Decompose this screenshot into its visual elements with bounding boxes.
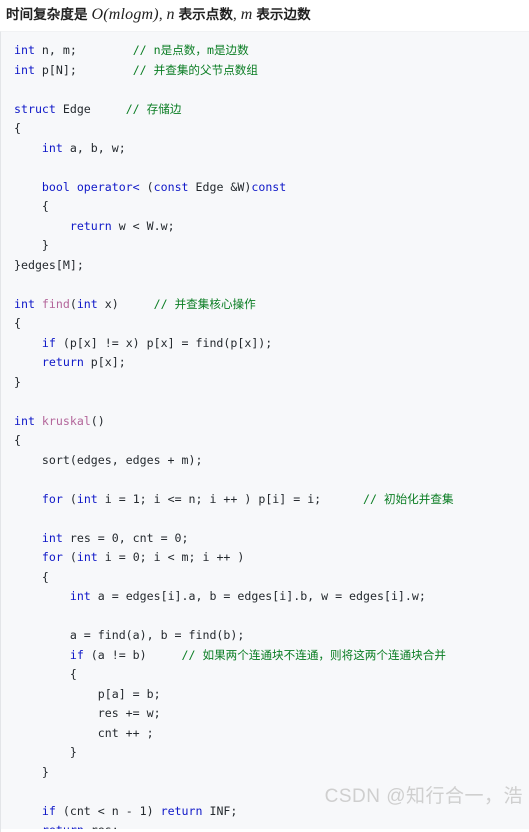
code-token: // 并查集核心操作 <box>153 296 256 311</box>
code-token: const <box>153 179 189 194</box>
code-token: return <box>160 803 203 818</box>
code-token: INF; <box>202 803 238 818</box>
code-token: } <box>14 374 21 389</box>
code-token: i = 0; i < m; i ++ ) <box>97 550 245 564</box>
code-token: return <box>69 218 112 233</box>
code-token: a = find(a), b = find(b); <box>14 628 245 642</box>
code-token: ( <box>62 550 77 564</box>
code-token: ( <box>69 296 77 311</box>
code-token: if <box>69 647 84 662</box>
code-token: a, b, w; <box>62 140 126 155</box>
code-token: (p[x] != x) p[x] = find(p[x]); <box>55 335 273 350</box>
title-text-n: 表示点数 <box>174 7 233 22</box>
code-token: { <box>14 199 49 213</box>
code-token: int <box>14 62 35 77</box>
code-token: // 存储边 <box>125 101 182 116</box>
code-token: struct <box>14 101 56 116</box>
code-token: p[x]; <box>83 355 126 369</box>
code-token: int <box>76 550 98 564</box>
code-token: } <box>14 745 77 759</box>
code-token: sort(edges, edges + m); <box>14 452 203 467</box>
code-token: int <box>76 296 98 311</box>
code-token: if <box>41 803 56 818</box>
code-token: cnt ++ ; <box>14 725 154 740</box>
code-token: // 初始化并查集 <box>363 491 454 506</box>
code-token: { <box>14 121 21 135</box>
code-token: p[a] = b; <box>14 686 161 701</box>
code-token: { <box>14 667 77 681</box>
code-token: { <box>14 433 21 447</box>
title-comma-1: , <box>158 7 167 23</box>
code-token: (cnt < n - 1) <box>55 803 161 818</box>
code-token: bool operator< <box>41 179 140 194</box>
code-token: { <box>14 569 49 584</box>
code-token: () <box>90 413 105 428</box>
title-prefix: 时间复杂度是 <box>6 7 92 22</box>
code-token: { <box>14 316 21 330</box>
code-token: kruskal <box>41 413 91 428</box>
code-token: // 如果两个连通块不连通，则将这两个连通块合并 <box>181 647 446 662</box>
code-token: res = 0, cnt = 0; <box>62 530 189 545</box>
code-token: }edges[M]; <box>14 257 84 272</box>
code-token: i = 1; i <= n; i ++ ) p[i] = i; <box>97 491 364 506</box>
code-token: w < W.w; <box>111 218 175 233</box>
code-token: int <box>41 530 63 545</box>
code-token: res += w; <box>14 706 161 720</box>
code-token: for <box>41 491 63 506</box>
variable-m: m <box>240 6 253 23</box>
code-token: int <box>14 413 42 428</box>
code-content[interactable]: int n, m; // n是点数，m是边数 int p[N]; // 并查集的… <box>1 32 529 832</box>
code-token: int <box>14 43 35 57</box>
title-comma-2: , <box>233 7 241 23</box>
code-token: int <box>14 296 42 311</box>
title-text-m: 表示边数 <box>252 7 311 22</box>
code-token: int <box>69 589 91 603</box>
code-token: // n是点数，m是边数 <box>132 43 249 57</box>
code-token: find <box>41 296 70 311</box>
code-token: // 并查集的父节点数组 <box>132 62 258 77</box>
code-token: const <box>251 179 287 194</box>
code-token: p[N]; <box>34 62 133 77</box>
code-token: a = edges[i].a, b = edges[i].b, w = edge… <box>90 589 426 603</box>
code-token: x) <box>97 296 154 311</box>
variable-n: n <box>166 6 175 23</box>
code-token: ( <box>139 179 154 194</box>
code-token: (a != b) <box>83 647 182 662</box>
code-token: ( <box>62 491 77 506</box>
code-token: for <box>41 550 63 564</box>
code-token: if <box>41 335 56 350</box>
code-token: int <box>41 140 63 155</box>
code-token: Edge <box>55 101 126 116</box>
code-block[interactable]: int n, m; // n是点数，m是边数 int p[N]; // 并查集的… <box>0 31 529 832</box>
complexity-formula: O(mlogm) <box>91 6 159 23</box>
code-token: } <box>14 764 49 779</box>
page-title: 时间复杂度是 O(mlogm), n 表示点数, m 表示边数 <box>0 0 529 31</box>
code-token: Edge &W) <box>188 179 252 194</box>
code-token: int <box>76 491 98 506</box>
code-token: } <box>14 238 49 252</box>
code-token: return <box>41 355 84 369</box>
code-token: n, m; <box>34 43 133 57</box>
